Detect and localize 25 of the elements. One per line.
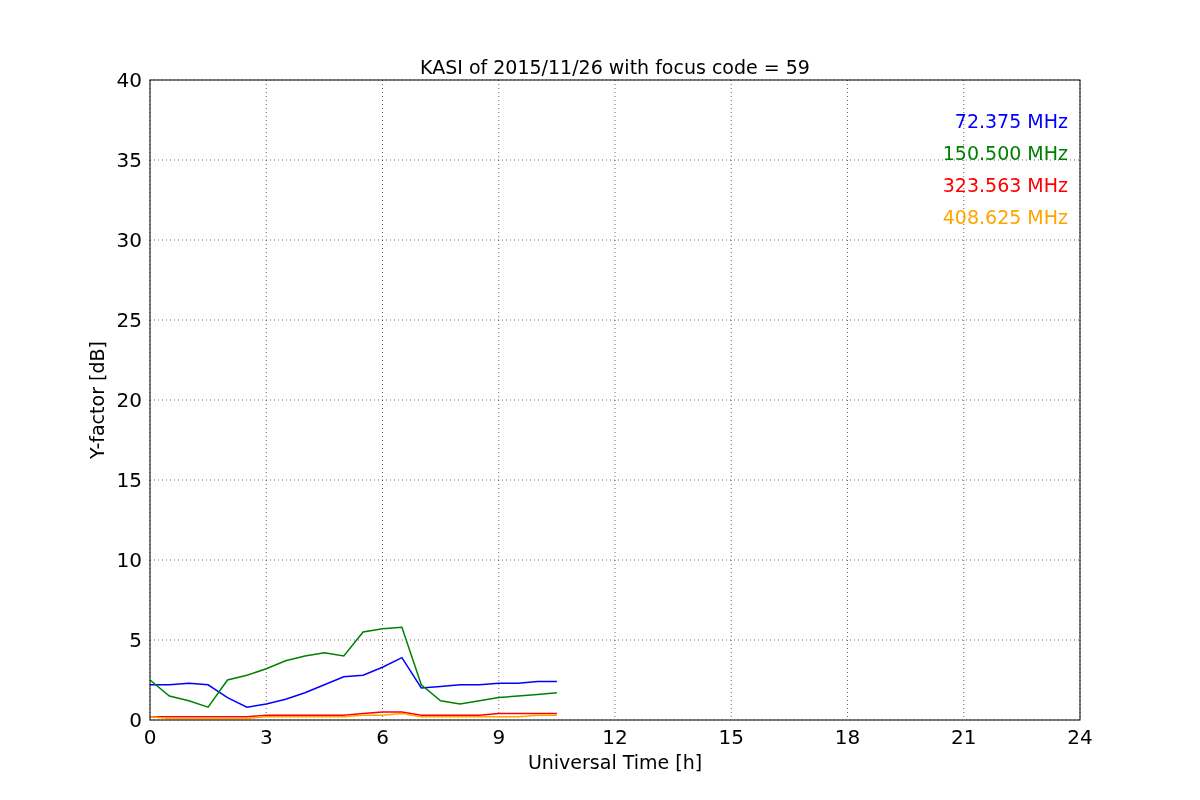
chart-title: KASI of 2015/11/26 with focus code = 59 <box>420 56 810 78</box>
y-tick-label: 25 <box>116 308 142 332</box>
y-tick-label: 40 <box>116 68 142 92</box>
x-tick-label: 15 <box>718 725 744 749</box>
x-tick-label: 12 <box>602 725 628 749</box>
x-axis-label: Universal Time [h] <box>527 751 703 773</box>
legend-label: 150.500 MHz <box>942 142 1068 164</box>
legend-label: 72.375 MHz <box>954 110 1068 132</box>
x-tick-label: 18 <box>834 725 861 749</box>
y-tick-label: 15 <box>116 468 142 492</box>
x-tick-label: 0 <box>143 725 157 749</box>
y-tick-label: 20 <box>116 388 142 412</box>
y-tick-label: 0 <box>129 708 142 732</box>
x-tick-label: 24 <box>1067 725 1093 749</box>
legend-label: 408.625 MHz <box>942 206 1068 228</box>
y-tick-label: 35 <box>116 148 142 172</box>
x-tick-label: 6 <box>376 725 389 749</box>
y-axis-label: Y-factor [dB] <box>86 341 108 459</box>
x-tick-label: 21 <box>951 725 977 749</box>
y-tick-label: 5 <box>129 628 142 652</box>
x-tick-label: 3 <box>259 725 273 749</box>
y-tick-label: 30 <box>116 228 142 252</box>
x-tick-label: 9 <box>492 725 506 749</box>
y-tick-label: 10 <box>116 548 142 572</box>
legend-label: 323.563 MHz <box>942 174 1068 196</box>
